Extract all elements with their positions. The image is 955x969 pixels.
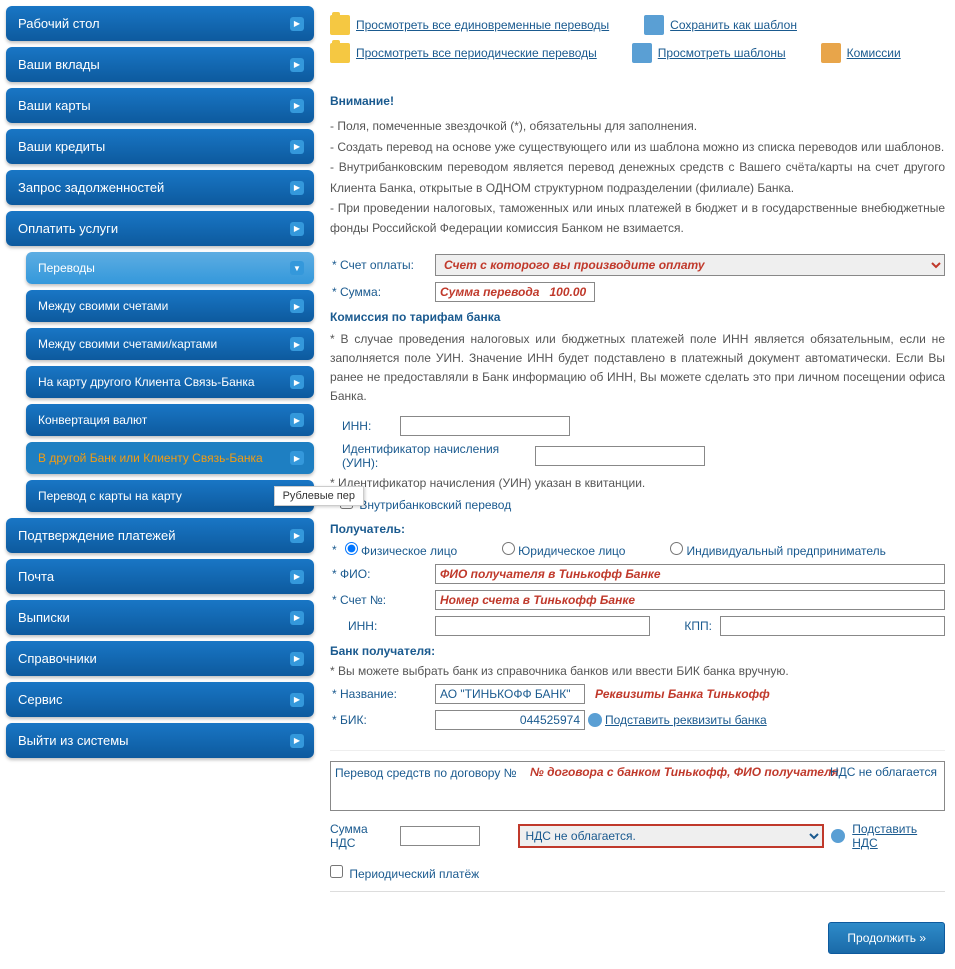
- menu-statements[interactable]: Выписки: [6, 600, 314, 635]
- bank-title: Банк получателя:: [330, 644, 945, 658]
- link-commissions[interactable]: Комиссии: [821, 43, 901, 63]
- chevron-right-icon: [290, 140, 304, 154]
- submenu-currency-convert[interactable]: Конвертация валют: [26, 404, 314, 436]
- notice-block: Внимание! - Поля, помеченные звездочкой …: [330, 91, 945, 239]
- fill-bank-details-link[interactable]: Подставить реквизиты банка: [605, 713, 767, 727]
- uin-label: Идентификатор начисления (УИН):: [340, 442, 535, 470]
- chevron-right-icon: [290, 413, 304, 427]
- continue-button[interactable]: Продолжить »: [828, 922, 945, 954]
- menu-service[interactable]: Сервис: [6, 682, 314, 717]
- periodic-label: Периодический платёж: [349, 867, 479, 881]
- kpp-input[interactable]: [720, 616, 945, 636]
- link-view-onetime[interactable]: Просмотреть все единовременные переводы: [330, 15, 609, 35]
- radio-individual[interactable]: [345, 542, 358, 555]
- inn-input[interactable]: [400, 416, 570, 436]
- menu-mail[interactable]: Почта: [6, 559, 314, 594]
- kpp-label: КПП:: [650, 619, 720, 633]
- chevron-right-icon: [290, 652, 304, 666]
- link-save-template[interactable]: Сохранить как шаблон: [644, 15, 797, 35]
- inn2-input[interactable]: [435, 616, 650, 636]
- submenu-own-accounts[interactable]: Между своими счетами: [26, 290, 314, 322]
- chevron-right-icon: [290, 375, 304, 389]
- nds-select[interactable]: НДС не облагается.: [518, 824, 825, 848]
- submenu-other-client-card[interactable]: На карту другого Клиента Связь-Банка: [26, 366, 314, 398]
- submenu-transfers[interactable]: Переводы: [26, 252, 314, 284]
- chevron-right-icon: [290, 734, 304, 748]
- bank-annotation: Реквизиты Банка Тинькофф: [595, 687, 770, 701]
- sidebar: Рабочий стол Ваши вклады Ваши карты Ваши…: [0, 0, 320, 969]
- chevron-right-icon: [290, 337, 304, 351]
- radio-entrepreneur[interactable]: [670, 542, 683, 555]
- chevron-right-icon: [290, 17, 304, 31]
- fio-input[interactable]: [435, 564, 945, 584]
- account-label: * Счет оплаты:: [330, 258, 435, 272]
- sum-label: * Сумма:: [330, 285, 435, 299]
- nds-label: Сумма НДС: [330, 822, 396, 850]
- bank-name-input[interactable]: [435, 684, 585, 704]
- submenu-other-bank[interactable]: В другой Банк или Клиенту Связь-Банка: [26, 442, 314, 474]
- notice-title: Внимание!: [330, 91, 945, 111]
- chevron-right-icon: [290, 693, 304, 707]
- link-view-periodic[interactable]: Просмотреть все периодические переводы: [330, 43, 597, 63]
- commission-icon: [821, 43, 841, 63]
- menu-confirm-payments[interactable]: Подтверждение платежей: [6, 518, 314, 553]
- uin-hint: * Идентификатор начисления (УИН) указан …: [330, 476, 945, 490]
- tooltip: Рублевые пер: [274, 486, 364, 506]
- inn-label: ИНН:: [340, 419, 400, 433]
- menu-deposits[interactable]: Ваши вклады: [6, 47, 314, 82]
- menu-pay-services[interactable]: Оплатить услуги: [6, 211, 314, 246]
- chevron-down-icon: [290, 261, 304, 275]
- gear-icon: [588, 713, 602, 727]
- fill-nds-link[interactable]: Подставить НДС: [852, 822, 945, 850]
- chevron-right-icon: [290, 299, 304, 313]
- nds-amount-input[interactable]: [400, 826, 480, 846]
- chevron-right-icon: [290, 99, 304, 113]
- menu-directories[interactable]: Справочники: [6, 641, 314, 676]
- account-num-label: * Счет №:: [330, 593, 435, 607]
- chevron-right-icon: [290, 529, 304, 543]
- chevron-right-icon: [290, 222, 304, 236]
- account-num-input[interactable]: [435, 590, 945, 610]
- uin-input[interactable]: [535, 446, 705, 466]
- inn2-label: ИНН:: [330, 619, 435, 633]
- account-select[interactable]: Счет с которого вы производите оплату: [435, 254, 945, 276]
- bank-hint: * Вы можете выбрать банк из справочника …: [330, 664, 945, 678]
- recipient-title: Получатель:: [330, 522, 945, 536]
- link-view-templates[interactable]: Просмотреть шаблоны: [632, 43, 786, 63]
- submenu-own-cards[interactable]: Между своими счетами/картами: [26, 328, 314, 360]
- chevron-right-icon: [290, 451, 304, 465]
- commission-title: Комиссия по тарифам банка: [330, 310, 945, 324]
- save-icon: [644, 15, 664, 35]
- gear-icon: [831, 829, 845, 843]
- menu-debts[interactable]: Запрос задолженностей: [6, 170, 314, 205]
- menu-credits[interactable]: Ваши кредиты: [6, 129, 314, 164]
- intrabank-label: Внутрибанковский перевод: [359, 498, 511, 512]
- chevron-right-icon: [290, 611, 304, 625]
- folder-icon: [330, 15, 350, 35]
- bank-name-label: * Название:: [330, 687, 435, 701]
- bik-label: * БИК:: [330, 713, 435, 727]
- periodic-checkbox[interactable]: [330, 865, 343, 878]
- inn-info: * В случае проведения налоговых или бюдж…: [330, 330, 945, 407]
- menu-logout[interactable]: Выйти из системы: [6, 723, 314, 758]
- menu-desktop[interactable]: Рабочий стол: [6, 6, 314, 41]
- memo-textarea[interactable]: Перевод средств по договору №: [330, 761, 945, 811]
- submenu-card-to-card[interactable]: Перевод с карты на карту Рублевые пер: [26, 480, 314, 512]
- folder-icon: [330, 43, 350, 63]
- chevron-right-icon: [290, 181, 304, 195]
- templates-icon: [632, 43, 652, 63]
- chevron-right-icon: [290, 570, 304, 584]
- fio-label: * ФИО:: [330, 567, 435, 581]
- sum-input[interactable]: [435, 282, 595, 302]
- chevron-right-icon: [290, 58, 304, 72]
- content: Просмотреть все единовременные переводы …: [320, 0, 955, 969]
- menu-cards[interactable]: Ваши карты: [6, 88, 314, 123]
- radio-legal[interactable]: [502, 542, 515, 555]
- bik-input[interactable]: [435, 710, 585, 730]
